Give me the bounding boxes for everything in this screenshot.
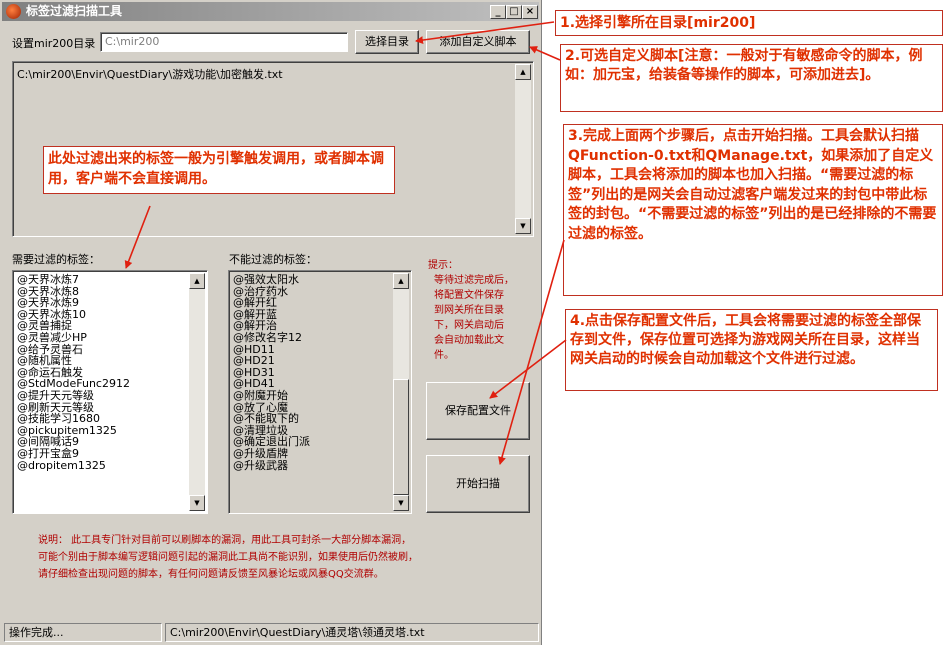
annotation-arrows bbox=[124, 21, 567, 465]
arrow-step4 bbox=[489, 339, 567, 399]
arrow-step3 bbox=[498, 239, 565, 465]
arrow-filter-note bbox=[124, 205, 151, 269]
arrow-step2 bbox=[529, 46, 561, 61]
arrow-step1 bbox=[415, 21, 555, 45]
